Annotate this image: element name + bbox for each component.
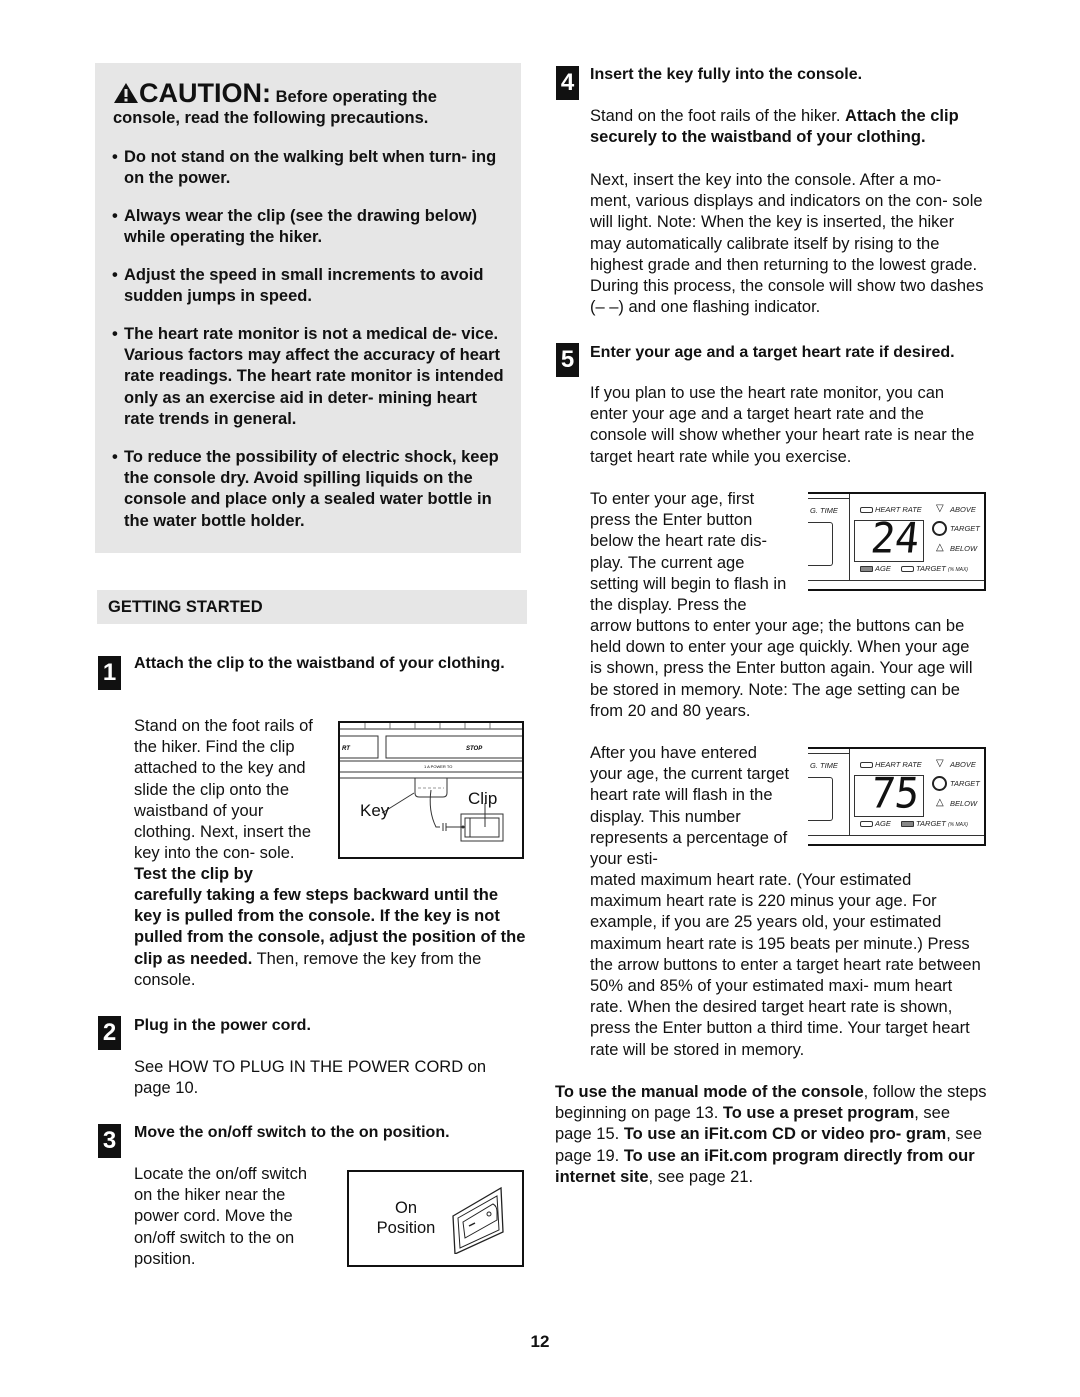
below-label: BELOW (950, 544, 978, 553)
step-number-2: 2 (98, 1016, 121, 1050)
caution-label: CAUTION: (139, 78, 271, 108)
caution-bullet: • To reduce the possibility of electric s… (112, 448, 499, 530)
below-arrow-icon: △ (936, 797, 944, 808)
lcd-screen: 75 (854, 769, 924, 819)
step-4-para-2: Next, insert the key into the console. A… (590, 171, 984, 317)
closing-paragraph: To use the manual mode of the console, f… (555, 1083, 987, 1186)
console-stop-text: STOP (466, 746, 483, 752)
age-label: AGE (875, 819, 891, 828)
rocker-switch-icon (452, 1186, 504, 1254)
heart-rate-label: HEART RATE (875, 505, 922, 514)
caution-bullet: • The heart rate monitor is not a medical… (112, 325, 504, 428)
target-max-indicator (901, 821, 914, 827)
above-arrow-icon: ▽ (936, 758, 944, 769)
step-2-heading: Plug in the power cord. (134, 1017, 311, 1034)
console-start-text: RT (342, 746, 351, 752)
caution-heading: CAUTION: Before operating the console, r… (113, 80, 513, 129)
target-max-label: TARGET (% MAX) (916, 819, 968, 828)
step-3-heading: Move the on/off switch to the on positio… (134, 1124, 450, 1141)
step-1-body: Stand on the foot rails of the hiker. Fi… (134, 717, 313, 884)
lcd-screen: 24 (854, 514, 924, 564)
below-label: BELOW (950, 799, 978, 808)
step-2-body: See HOW TO PLUG IN THE POWER CORD on pag… (134, 1058, 487, 1098)
step-4-para-1: Stand on the foot rails of the hiker. At… (590, 107, 959, 147)
on-position-figure: On Position (347, 1170, 524, 1267)
section-title: GETTING STARTED (108, 598, 263, 616)
time-label: G. TIME (810, 506, 838, 515)
step-number-1: 1 (98, 656, 121, 690)
step-5-para-2-cont: arrow buttons to enter your age; the but… (590, 617, 973, 720)
target-max-indicator (901, 566, 914, 572)
on-position-label: On Position (376, 1199, 436, 1237)
step-5-para-3-cont: mated maximum heart rate. (Your estimate… (590, 871, 981, 1059)
lcd-value: 24 (868, 514, 922, 564)
above-arrow-icon: ▽ (936, 503, 944, 514)
caution-bullet: • Always wear the clip (see the drawing b… (112, 207, 478, 247)
age-label: AGE (875, 564, 891, 573)
above-label: ABOVE (950, 505, 976, 514)
target-ring-icon (932, 521, 947, 536)
time-label: G. TIME (810, 761, 838, 770)
step-5-para-1: If you plan to use the heart rate monito… (590, 384, 975, 466)
lcd-value: 75 (868, 769, 922, 819)
step-number-3: 3 (98, 1124, 121, 1158)
step-1-body-cont: carefully taking a few steps backward un… (134, 886, 526, 989)
heart-rate-indicator (860, 762, 873, 768)
console-small-text: 1 A POWER TO (424, 764, 452, 769)
key-label: Key (360, 801, 390, 820)
above-label: ABOVE (950, 760, 976, 769)
target-max-label: TARGET (% MAX) (916, 564, 968, 573)
step-5-heading: Enter your age and a target heart rate i… (590, 344, 955, 361)
step-3-body: Locate the on/off switch on the hiker ne… (134, 1165, 308, 1268)
step-5-para-2: To enter your age, first press the Enter… (590, 490, 787, 615)
below-arrow-icon: △ (936, 542, 944, 553)
step-number-4: 4 (556, 66, 579, 100)
key-clip-figure: RT STOP 1 A POWER TO Key Clip (337, 721, 527, 859)
step-5-para-3: After you have entered your age, the cur… (590, 744, 790, 869)
step-4-heading: Insert the key fully into the console. (590, 66, 863, 83)
target-label: TARGET (950, 779, 980, 788)
warning-triangle-icon (114, 83, 138, 103)
step-1-heading: Attach the clip to the waistband of your… (134, 655, 505, 672)
step-number-5: 5 (556, 343, 579, 377)
age-indicator (860, 821, 873, 827)
caution-intro: Before operating the (270, 88, 437, 106)
age-display-figure: G. TIME HEART RATE ▽ ABOVE 24 TARGET △ B… (808, 492, 986, 591)
clip-label: Clip (468, 789, 498, 808)
caution-intro-line2: console, read the following precautions. (113, 109, 429, 127)
caution-bullet: • Adjust the speed in small increments to… (112, 266, 484, 306)
target-ring-icon (932, 776, 947, 791)
target-display-figure: G. TIME HEART RATE ▽ ABOVE 75 TARGET △ B… (808, 747, 986, 846)
page-number: 12 (530, 1332, 550, 1351)
target-label: TARGET (950, 524, 980, 533)
heart-rate-indicator (860, 507, 873, 513)
caution-bullet: • Do not stand on the walking belt when t… (112, 148, 497, 188)
heart-rate-label: HEART RATE (875, 760, 922, 769)
age-indicator (860, 566, 873, 572)
